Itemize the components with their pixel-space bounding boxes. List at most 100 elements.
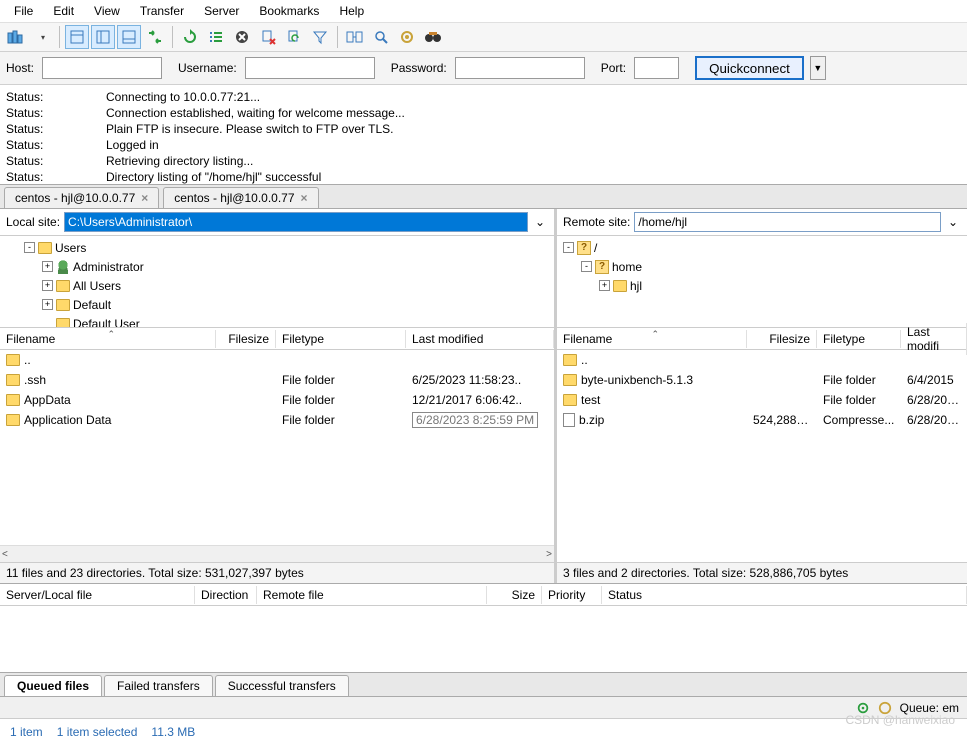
message-log[interactable]: Status:Connecting to 10.0.0.77:21... Sta…	[0, 85, 967, 185]
tree-node[interactable]: - ? /	[563, 238, 961, 257]
col-priority[interactable]: Priority	[542, 586, 602, 604]
col-status[interactable]: Status	[602, 586, 967, 604]
list-item[interactable]: ..	[0, 350, 554, 370]
log-message: Plain FTP is insecure. Please switch to …	[106, 121, 393, 137]
list-item[interactable]: .sshFile folder6/25/2023 11:58:23..	[0, 370, 554, 390]
col-filename[interactable]: Filename	[0, 330, 216, 348]
col-filetype[interactable]: Filetype	[276, 330, 406, 348]
folder-icon	[6, 394, 20, 406]
col-size[interactable]: Size	[487, 586, 542, 604]
quickconnect-button[interactable]: Quickconnect	[695, 56, 804, 80]
remote-path-input[interactable]	[634, 212, 941, 232]
tree-label: All Users	[73, 279, 121, 293]
menu-bookmarks[interactable]: Bookmarks	[249, 2, 329, 20]
process-queue-icon[interactable]	[204, 25, 228, 49]
local-file-list[interactable]: ...sshFile folder6/25/2023 11:58:23..App…	[0, 350, 554, 545]
tree-node[interactable]: + Administrator	[6, 257, 548, 276]
username-input[interactable]	[245, 57, 375, 79]
tree-node[interactable]: - Users	[6, 238, 548, 257]
tree-label: /	[594, 241, 597, 255]
search-icon[interactable]	[369, 25, 393, 49]
compare-icon[interactable]	[343, 25, 367, 49]
col-direction[interactable]: Direction	[195, 586, 257, 604]
menu-file[interactable]: File	[4, 2, 43, 20]
host-input[interactable]	[42, 57, 162, 79]
user-icon	[56, 260, 70, 274]
toggle-tree-icon[interactable]	[91, 25, 115, 49]
local-pane: Local site: ⌄ - Users+ Administrator+ Al…	[0, 209, 557, 583]
expand-toggle[interactable]: -	[24, 242, 35, 253]
site-manager-dropdown[interactable]	[30, 25, 54, 49]
remote-site-label: Remote site:	[563, 215, 630, 229]
menu-help[interactable]: Help	[329, 2, 374, 20]
menu-view[interactable]: View	[84, 2, 130, 20]
log-message: Retrieving directory listing...	[106, 153, 253, 169]
col-modified[interactable]: Last modified	[406, 330, 554, 348]
cancel-icon[interactable]	[230, 25, 254, 49]
expand-toggle[interactable]: -	[563, 242, 574, 253]
file-modified: 12/21/2017 6:06:42..	[406, 392, 554, 408]
tab-connection[interactable]: centos - hjl@10.0.0.77×	[4, 187, 159, 208]
quickconnect-dropdown[interactable]: ▼	[810, 56, 826, 80]
toggle-queue-icon[interactable]	[117, 25, 141, 49]
settings-icon[interactable]	[395, 25, 419, 49]
disconnect-icon[interactable]	[256, 25, 280, 49]
remote-tree[interactable]: - ? /- ? home+ hjl	[557, 236, 967, 328]
tab-connection[interactable]: centos - hjl@10.0.0.77×	[163, 187, 318, 208]
filter-icon[interactable]	[308, 25, 332, 49]
binoculars-icon[interactable]	[421, 25, 445, 49]
toggle-log-icon[interactable]	[65, 25, 89, 49]
local-tree[interactable]: - Users+ Administrator+ All Users+ Defau…	[0, 236, 554, 328]
expand-toggle[interactable]: -	[581, 261, 592, 272]
col-modified[interactable]: Last modifi	[901, 323, 967, 355]
tab-successful[interactable]: Successful transfers	[215, 675, 349, 696]
menu-transfer[interactable]: Transfer	[130, 2, 194, 20]
password-input[interactable]	[455, 57, 585, 79]
remote-file-list[interactable]: ..byte-unixbench-5.1.3File folder6/4/201…	[557, 350, 967, 456]
dropdown-icon[interactable]: ⌄	[945, 215, 961, 229]
local-path-input[interactable]	[64, 212, 528, 232]
tab-failed[interactable]: Failed transfers	[104, 675, 213, 696]
col-filetype[interactable]: Filetype	[817, 330, 901, 348]
menu-edit[interactable]: Edit	[43, 2, 84, 20]
tree-node[interactable]: + All Users	[6, 276, 548, 295]
list-item[interactable]: AppDataFile folder12/21/2017 6:06:42..	[0, 390, 554, 410]
col-filesize[interactable]: Filesize	[216, 330, 276, 348]
list-item[interactable]: testFile folder6/28/2023 5	[557, 390, 967, 410]
folder-icon	[6, 414, 20, 426]
username-label: Username:	[178, 61, 237, 75]
dropdown-icon[interactable]: ⌄	[532, 215, 548, 229]
tree-node[interactable]: + hjl	[563, 276, 961, 295]
expand-toggle[interactable]: +	[42, 261, 53, 272]
refresh-icon[interactable]	[178, 25, 202, 49]
col-filename[interactable]: Filename	[557, 330, 747, 348]
tab-queued[interactable]: Queued files	[4, 675, 102, 696]
tree-node[interactable]: - ? home	[563, 257, 961, 276]
queue-body[interactable]	[0, 606, 967, 672]
list-item[interactable]: byte-unixbench-5.1.3File folder6/4/2015	[557, 370, 967, 390]
folder-icon	[563, 394, 577, 406]
tree-node[interactable]: + Default	[6, 295, 548, 314]
file-type	[276, 359, 406, 361]
folder-icon	[6, 374, 20, 386]
folder-icon	[56, 299, 70, 311]
sync-browsing-icon[interactable]	[143, 25, 167, 49]
reconnect-icon[interactable]	[282, 25, 306, 49]
menu-server[interactable]: Server	[194, 2, 249, 20]
col-server-file[interactable]: Server/Local file	[0, 586, 195, 604]
file-type: File folder	[276, 372, 406, 388]
tree-node[interactable]: Default User	[6, 314, 548, 328]
list-item[interactable]: Application DataFile folder6/28/2023 8:2…	[0, 410, 554, 430]
log-label: Status:	[6, 137, 106, 153]
list-item[interactable]: b.zip524,288,000Compresse...6/28/2023 5	[557, 410, 967, 430]
col-filesize[interactable]: Filesize	[747, 330, 817, 348]
close-tab-icon[interactable]: ×	[301, 191, 308, 205]
expand-toggle[interactable]: +	[599, 280, 610, 291]
port-input[interactable]	[634, 57, 679, 79]
expand-toggle[interactable]: +	[42, 299, 53, 310]
close-tab-icon[interactable]: ×	[141, 191, 148, 205]
file-size	[216, 379, 276, 381]
col-remote-file[interactable]: Remote file	[257, 586, 487, 604]
site-manager-icon[interactable]	[4, 25, 28, 49]
expand-toggle[interactable]: +	[42, 280, 53, 291]
